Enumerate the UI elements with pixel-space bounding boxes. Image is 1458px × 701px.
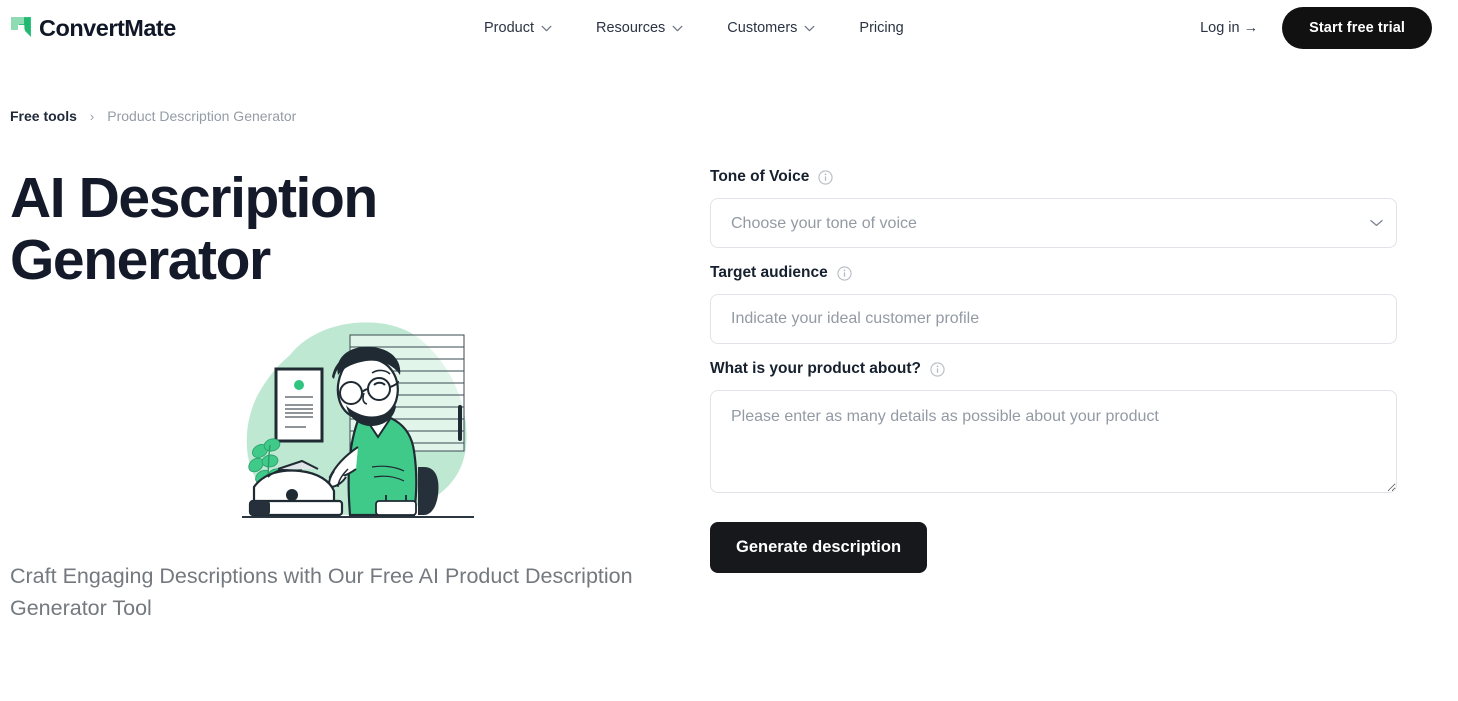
info-circle-icon[interactable] (818, 169, 833, 185)
nav-item-pricing[interactable]: Pricing (859, 20, 903, 36)
tone-of-voice-select[interactable]: Choose your tone of voice (710, 198, 1397, 248)
chevron-down-icon (541, 24, 552, 32)
info-circle-icon[interactable] (930, 361, 945, 377)
field-target-audience: Target audience (710, 264, 1397, 344)
tone-of-voice-label-row: Tone of Voice (710, 168, 1397, 186)
hero-column: AI Description Generator Craft Engaging … (10, 162, 710, 624)
green-pennant-logo-icon (10, 16, 32, 40)
chevron-down-icon (672, 24, 683, 32)
nav-item-product[interactable]: Product (484, 20, 596, 36)
breadcrumb-current: Product Description Generator (107, 108, 297, 124)
field-label-text: Target audience (710, 264, 828, 281)
breadcrumb: Free tools › Product Description Generat… (0, 56, 1458, 124)
brand-name: ConvertMate (39, 14, 176, 41)
info-circle-icon[interactable] (837, 265, 852, 281)
chevron-down-icon (804, 24, 815, 32)
nav-item-resources[interactable]: Resources (596, 20, 727, 36)
field-label-text: Tone of Voice (710, 168, 810, 185)
hero-illustration (238, 319, 478, 529)
nav-item-customers[interactable]: Customers (727, 20, 859, 36)
start-free-trial-button[interactable]: Start free trial (1282, 7, 1432, 49)
product-about-label-row: What is your product about? (710, 360, 1397, 378)
generate-description-button[interactable]: Generate description (710, 522, 928, 573)
field-product-about: What is your product about? (710, 360, 1397, 498)
main-content: AI Description Generator Craft Engaging … (0, 162, 1458, 624)
brand-logo[interactable]: ConvertMate (10, 15, 176, 42)
tone-of-voice-select-wrapper: Choose your tone of voice (710, 198, 1397, 248)
nav-item-label: Product (484, 20, 534, 36)
breadcrumb-free-tools[interactable]: Free tools (10, 108, 77, 124)
nav-item-label: Customers (727, 20, 798, 36)
nav-item-label: Resources (595, 20, 666, 36)
generator-form: Tone of Voice Choose your tone of voice (710, 162, 1397, 573)
target-audience-label-row: Target audience (710, 264, 1397, 282)
field-label-text: What is your product about? (710, 360, 921, 377)
hero-subtitle: Craft Engaging Descriptions with Our Fre… (10, 564, 633, 620)
page-title: AI Description Generator (10, 166, 378, 292)
login-link[interactable]: Log in → (1200, 20, 1258, 36)
site-header: ConvertMate Product Resources Customers … (0, 0, 1458, 56)
header-actions: Log in → Start free trial (1200, 7, 1432, 49)
main-navigation: Product Resources Customers Pricing (484, 0, 904, 56)
nav-item-label: Pricing (859, 20, 904, 36)
field-tone-of-voice: Tone of Voice Choose your tone of voice (710, 168, 1397, 248)
target-audience-input[interactable] (710, 294, 1397, 344)
breadcrumb-separator-icon: › (89, 108, 95, 124)
product-about-textarea[interactable] (710, 390, 1397, 493)
